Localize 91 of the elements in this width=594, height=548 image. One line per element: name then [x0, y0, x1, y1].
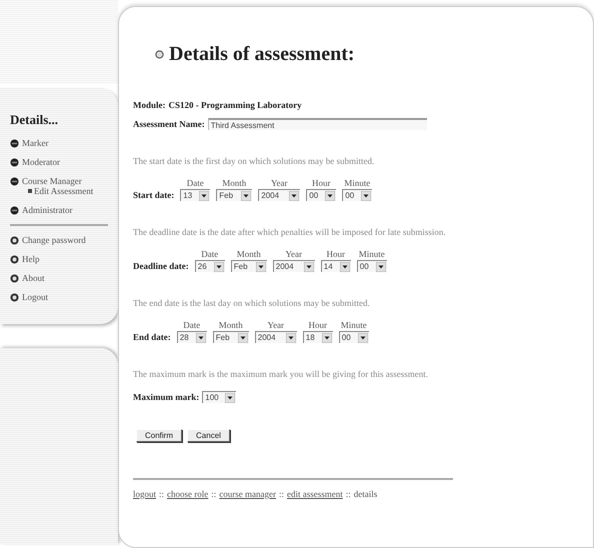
sidebar-item[interactable]: Moderator: [22, 157, 60, 167]
column-label: Month: [236, 249, 262, 259]
form-button[interactable]: Confirm: [136, 429, 182, 442]
column-label: Year: [270, 178, 289, 188]
breadcrumb-separator: ::: [346, 489, 351, 499]
field-label: Assessment Name:: [133, 119, 205, 129]
dropdown-arrow-icon: [340, 262, 350, 272]
dropdown-arrow-icon: [376, 262, 386, 272]
assessment-name-field[interactable]: Third Assessment: [208, 118, 427, 130]
description-text: The start date is the first day on which solutions may be submitted.: [133, 156, 376, 166]
dropdown-arrow-icon: [358, 332, 368, 342]
dropdown[interactable]: 00: [342, 189, 372, 201]
column-label: Date: [186, 178, 205, 188]
dropdown[interactable]: 14: [320, 260, 351, 272]
square-bullet-icon: [28, 189, 32, 193]
dropdown-arrow-icon: [199, 190, 210, 200]
column-label: Year: [266, 320, 286, 330]
dropdown-arrow-icon: [325, 190, 336, 200]
column-label: Hour: [311, 178, 332, 188]
dropdown[interactable]: 00: [338, 331, 369, 343]
dropdown-arrow-icon: [196, 332, 206, 342]
bullet-icon: [155, 50, 164, 59]
dropdown[interactable]: 00: [306, 189, 336, 201]
breadcrumb-separator: ::: [211, 489, 216, 499]
breadcrumb-link[interactable]: choose role: [167, 489, 208, 499]
column-label: Month: [221, 178, 248, 188]
column-label: Date: [200, 249, 220, 259]
bullet-icon: [10, 139, 19, 148]
dropdown-arrow-icon: [286, 332, 296, 342]
sidebar-subitem[interactable]: Edit Assessment: [34, 186, 94, 196]
bullet-icon: [10, 206, 19, 215]
dropdown[interactable]: 28: [176, 331, 207, 343]
sidebar-item[interactable]: Administrator: [22, 205, 72, 215]
sidebar-item[interactable]: Logout: [22, 292, 48, 302]
breadcrumb-link[interactable]: edit assessment: [287, 489, 343, 499]
field-label: Maximum mark:: [133, 392, 200, 402]
dropdown[interactable]: 18: [302, 331, 333, 343]
column-label: Year: [284, 249, 304, 259]
dropdown[interactable]: 100: [202, 391, 236, 403]
form-button[interactable]: Cancel: [187, 429, 230, 442]
dropdown-arrow-icon: [361, 190, 372, 200]
column-label: Minute: [358, 249, 386, 259]
column-label: Month: [218, 320, 244, 330]
bullet-icon: [10, 255, 19, 264]
field-label: End date:: [133, 332, 171, 342]
bullet-icon: [10, 236, 19, 245]
bullet-icon: [10, 293, 19, 302]
dropdown-arrow-icon: [256, 262, 266, 272]
column-label: Hour: [326, 249, 346, 259]
breadcrumb-current: details: [354, 489, 378, 499]
dropdown[interactable]: 13: [180, 189, 210, 201]
dropdown-arrow-icon: [225, 392, 236, 402]
page-title: Details of assessment:: [169, 43, 355, 66]
description-text: The maximum mark is the maximum mark you will be giving for this assessment.: [133, 369, 429, 379]
module-name: CS120 - Programming Laboratory: [168, 100, 302, 110]
dropdown-arrow-icon: [322, 332, 332, 342]
dropdown[interactable]: Feb: [230, 260, 267, 272]
module-label: Module:: [133, 100, 166, 110]
column-label: Minute: [340, 320, 368, 330]
breadcrumb-separator: ::: [159, 489, 164, 499]
bullet-icon: [10, 274, 19, 283]
column-label: Minute: [343, 178, 372, 188]
field-label: Start date:: [133, 190, 174, 200]
dropdown[interactable]: 2004: [258, 189, 300, 201]
dropdown[interactable]: 00: [356, 260, 387, 272]
sidebar-title: Details...: [10, 112, 60, 128]
dropdown-arrow-icon: [214, 262, 224, 272]
sidebar-item[interactable]: Course Manager: [22, 176, 82, 186]
description-text: The deadline date is the date after which penalties will be imposed for late submission.: [133, 227, 447, 237]
breadcrumb-link[interactable]: logout: [133, 489, 156, 499]
breadcrumb-link[interactable]: course manager: [219, 489, 276, 499]
sidebar-item[interactable]: About: [22, 273, 44, 283]
dropdown-arrow-icon: [289, 190, 300, 200]
dropdown[interactable]: 26: [194, 260, 225, 272]
sidebar-item[interactable]: Change password: [22, 235, 86, 245]
dropdown-arrow-icon: [241, 190, 252, 200]
breadcrumb-separator: ::: [279, 489, 284, 499]
dropdown[interactable]: 2004: [272, 260, 315, 272]
description-text: The end date is the last day on which solutions may be submitted.: [133, 298, 371, 308]
dropdown[interactable]: Feb: [216, 189, 252, 201]
sidebar-item[interactable]: Marker: [22, 138, 48, 148]
column-label: Date: [182, 320, 202, 330]
field-label: Deadline date:: [133, 261, 189, 271]
dropdown-arrow-icon: [238, 332, 248, 342]
dropdown[interactable]: 2004: [254, 331, 297, 343]
bullet-icon: [10, 177, 19, 186]
dropdown[interactable]: Feb: [212, 331, 249, 343]
dropdown-arrow-icon: [304, 262, 314, 272]
column-label: Hour: [308, 320, 328, 330]
sidebar-item[interactable]: Help: [22, 254, 40, 264]
bullet-icon: [10, 158, 19, 167]
